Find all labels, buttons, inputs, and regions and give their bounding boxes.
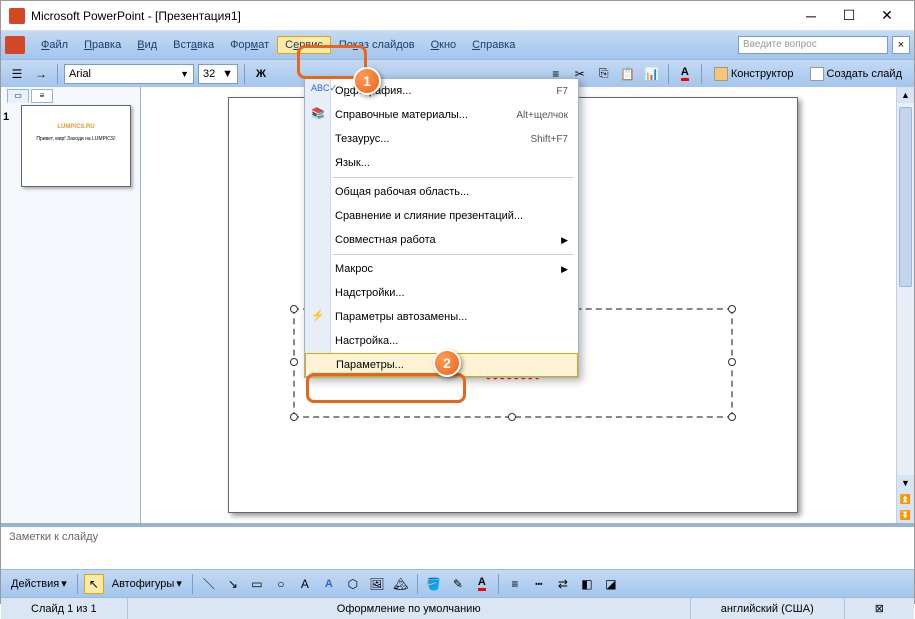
- doc-close-button[interactable]: ×: [892, 36, 910, 54]
- font-selector[interactable]: Arial▼: [64, 64, 194, 84]
- scroll-down-icon[interactable]: ▼: [897, 475, 914, 491]
- menu-research[interactable]: 📚Справочные материалы...Alt+щелчок: [305, 103, 578, 127]
- resize-handle[interactable]: [728, 305, 736, 313]
- font-color-icon[interactable]: A: [472, 574, 492, 594]
- maximize-button[interactable]: ☐: [830, 4, 868, 28]
- drawing-toolbar: Действия ▾ ↖ Автофигуры ▾ ＼ ↘ ▭ ○ A A ⬡ …: [1, 569, 914, 597]
- shadow-icon[interactable]: ◧: [577, 574, 597, 594]
- line-color-icon[interactable]: ✎: [448, 574, 468, 594]
- menu-window[interactable]: Окно: [423, 36, 465, 54]
- outline-toggle-icon[interactable]: ☰: [7, 64, 27, 84]
- app-icon: [9, 8, 25, 24]
- chart-icon[interactable]: 📊: [642, 64, 662, 84]
- slide-thumbnail[interactable]: LUMPICS.RU Привет, мир! Заходи на LUMPIC…: [21, 105, 131, 187]
- line-icon[interactable]: ＼: [199, 574, 219, 594]
- resize-handle[interactable]: [508, 413, 516, 421]
- callout-2: 2: [433, 349, 461, 377]
- menu-format[interactable]: Формат: [222, 36, 277, 54]
- bold-button[interactable]: Ж: [251, 64, 271, 84]
- clipart-icon[interactable]: 🖼: [367, 574, 387, 594]
- app-menu-icon[interactable]: [5, 36, 25, 54]
- designer-button[interactable]: Конструктор: [708, 64, 800, 84]
- arrow-style-icon[interactable]: ⇄: [553, 574, 573, 594]
- menu-language[interactable]: Язык...: [305, 151, 578, 175]
- help-search-input[interactable]: Введите вопрос: [738, 36, 888, 54]
- menu-view[interactable]: Вид: [129, 36, 165, 54]
- resize-handle[interactable]: [290, 358, 298, 366]
- actions-menu[interactable]: Действия ▾: [7, 577, 71, 590]
- wordart-icon[interactable]: A: [319, 574, 339, 594]
- fill-color-icon[interactable]: 🪣: [424, 574, 444, 594]
- arrow-shape-icon[interactable]: ↘: [223, 574, 243, 594]
- status-slide: Слайд 1 из 1: [1, 598, 128, 619]
- diagram-icon[interactable]: ⬡: [343, 574, 363, 594]
- submenu-arrow-icon: ▶: [561, 235, 568, 246]
- tab-slides[interactable]: ▭: [7, 89, 29, 103]
- menu-help[interactable]: Справка: [464, 36, 523, 54]
- window-title: Microsoft PowerPoint - [Презентация1]: [31, 9, 792, 23]
- autoshapes-menu[interactable]: Автофигуры ▾: [108, 577, 186, 590]
- book-icon: 📚: [311, 107, 327, 123]
- lightning-icon: ⚡: [311, 309, 327, 325]
- resize-handle[interactable]: [728, 358, 736, 366]
- resize-handle[interactable]: [728, 413, 736, 421]
- menu-spelling[interactable]: ABC✓Орфография...F7: [305, 79, 578, 103]
- new-slide-button[interactable]: Создать слайд: [804, 64, 908, 84]
- scroll-up-icon[interactable]: ▲: [897, 87, 914, 103]
- oval-icon[interactable]: ○: [271, 574, 291, 594]
- line-weight-icon[interactable]: ≡: [505, 574, 525, 594]
- menu-insert[interactable]: Вставка: [165, 36, 222, 54]
- resize-handle[interactable]: [290, 413, 298, 421]
- paste-icon[interactable]: 📋: [618, 64, 638, 84]
- menu-tools[interactable]: Сервис: [277, 36, 331, 54]
- menu-macro[interactable]: Макрос▶: [305, 257, 578, 281]
- select-arrow-icon[interactable]: ↖: [84, 574, 104, 594]
- menu-shared-workspace[interactable]: Общая рабочая область...: [305, 180, 578, 204]
- dash-style-icon[interactable]: ┅: [529, 574, 549, 594]
- status-icon: ⊠: [845, 598, 914, 619]
- next-slide-icon[interactable]: ⏬: [897, 507, 914, 523]
- menu-slideshow[interactable]: Показ слайдов: [331, 36, 423, 54]
- arrow-icon[interactable]: →: [31, 64, 51, 84]
- scroll-thumb[interactable]: [899, 107, 912, 287]
- menu-edit[interactable]: Правка: [76, 36, 129, 54]
- menu-collaborate[interactable]: Совместная работа▶: [305, 228, 578, 252]
- font-color-icon[interactable]: A: [675, 64, 695, 84]
- thumbnail-panel: ▭ ≡ 1 LUMPICS.RU Привет, мир! Заходи на …: [1, 87, 141, 523]
- 3d-icon[interactable]: ◪: [601, 574, 621, 594]
- menubar: Файл Правка Вид Вставка Формат Сервис По…: [1, 31, 914, 59]
- tab-outline[interactable]: ≡: [31, 89, 53, 103]
- menu-autocorrect[interactable]: ⚡Параметры автозамены...: [305, 305, 578, 329]
- status-language[interactable]: английский (США): [691, 598, 845, 619]
- tools-dropdown: ABC✓Орфография...F7 📚Справочные материал…: [304, 78, 579, 378]
- minimize-button[interactable]: ─: [792, 4, 830, 28]
- titlebar: Microsoft PowerPoint - [Презентация1] ─ …: [1, 1, 914, 31]
- slide-number: 1: [3, 111, 9, 123]
- statusbar: Слайд 1 из 1 Оформление по умолчанию анг…: [1, 597, 914, 619]
- picture-icon[interactable]: 🏔: [391, 574, 411, 594]
- spellcheck-icon: ABC✓: [311, 83, 327, 99]
- resize-handle[interactable]: [290, 305, 298, 313]
- notes-pane[interactable]: Заметки к слайду: [1, 523, 914, 569]
- font-size-selector[interactable]: 32▼: [198, 64, 238, 84]
- prev-slide-icon[interactable]: ⏫: [897, 491, 914, 507]
- rectangle-icon[interactable]: ▭: [247, 574, 267, 594]
- notes-placeholder: Заметки к слайду: [9, 531, 98, 543]
- menu-compare[interactable]: Сравнение и слияние презентаций...: [305, 204, 578, 228]
- copy-icon[interactable]: ⎘: [594, 64, 614, 84]
- textbox-icon[interactable]: A: [295, 574, 315, 594]
- vertical-scrollbar[interactable]: ▲ ▼ ⏫ ⏬: [896, 87, 914, 523]
- status-design: Оформление по умолчанию: [128, 598, 691, 619]
- menu-addins[interactable]: Надстройки...: [305, 281, 578, 305]
- close-button[interactable]: ✕: [868, 4, 906, 28]
- menu-file[interactable]: Файл: [33, 36, 76, 54]
- menu-thesaurus[interactable]: Тезаурус...Shift+F7: [305, 127, 578, 151]
- callout-1: 1: [353, 67, 381, 95]
- submenu-arrow-icon: ▶: [561, 264, 568, 275]
